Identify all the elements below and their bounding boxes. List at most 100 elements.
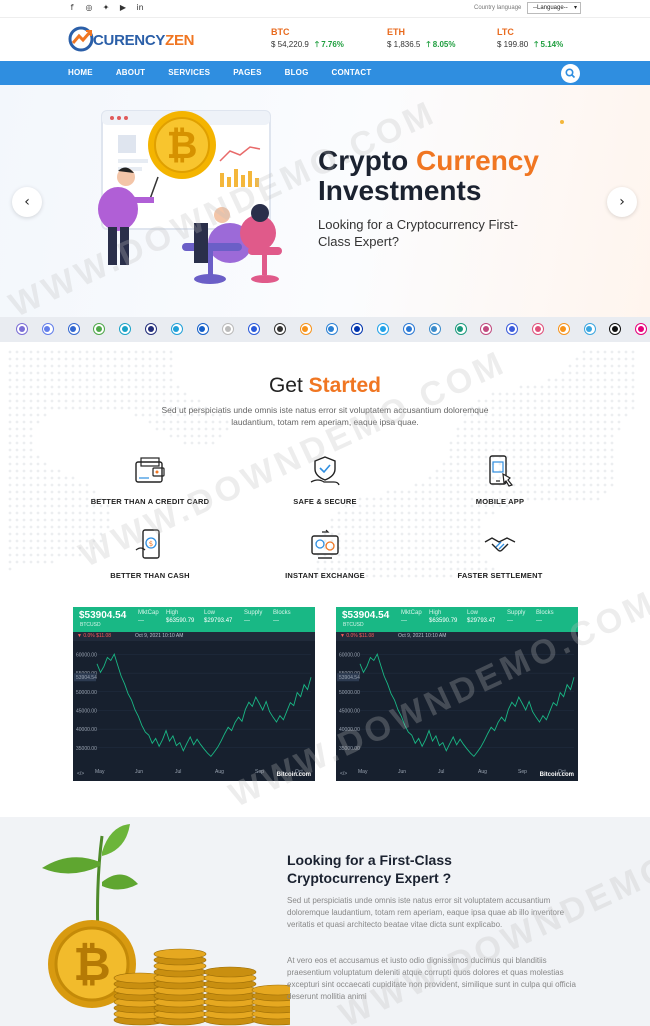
feature-label: SAFE & SECURE bbox=[293, 497, 357, 506]
widget-stat-value: $29793.47 bbox=[204, 618, 233, 624]
nav-item-services[interactable]: SERVICES bbox=[168, 61, 210, 85]
twitter-icon[interactable]: ✦ bbox=[102, 3, 110, 13]
widget-date: Oct 9, 2021 10:10 AM bbox=[135, 633, 184, 639]
y-tick-label: 50000.00 bbox=[339, 690, 360, 696]
hero-illustration: ₿ bbox=[98, 110, 282, 284]
widget-stat-label: High bbox=[166, 610, 179, 616]
feature-faster-settlement: FASTER SETTLEMENT bbox=[420, 528, 580, 580]
caret-down-icon: ▾ bbox=[573, 5, 577, 11]
coin-icon bbox=[480, 323, 493, 335]
ticker-ltc[interactable]: LTC $ 199.80 🡑 5.14% bbox=[497, 27, 563, 53]
handshake-icon bbox=[484, 537, 516, 552]
slider-next-button[interactable]: › bbox=[607, 187, 637, 217]
code-icon[interactable]: </> bbox=[77, 771, 84, 777]
svg-text:$: $ bbox=[149, 540, 153, 548]
price-chart: 60000.0055000.0050000.0045000.0040000.00… bbox=[74, 652, 312, 775]
instagram-icon[interactable]: ◎ bbox=[85, 3, 93, 13]
coin-icon bbox=[170, 323, 183, 335]
widget-change: ▼ 0.0% $11.08 bbox=[77, 633, 112, 639]
linkedin-icon[interactable]: in bbox=[136, 3, 144, 13]
ticker-price: $ 54,220.9 bbox=[271, 40, 309, 49]
price-chart: 60000.0055000.0050000.0045000.0040000.00… bbox=[337, 652, 575, 775]
hero-slider: ₿ Crypto Currency Investments Looking fo… bbox=[0, 85, 650, 317]
feature-better-than-cash: $ BETTER THAN CASH bbox=[70, 528, 230, 580]
site-header: CURENCYZEN BTC $ 54,220.9 🡑 7.76% ETH $ 1… bbox=[0, 18, 650, 61]
widget-stat: Low $29793.47 bbox=[204, 610, 232, 624]
ticker-symbol: BTC bbox=[271, 27, 290, 37]
get-started-title-part-1: Get bbox=[268, 374, 309, 397]
x-tick-label: Jul bbox=[175, 769, 181, 775]
price-widget[interactable]: $53904.54 BTCUSD MktCap --- High $63590.79… bbox=[336, 607, 578, 781]
language-label: Country language bbox=[474, 5, 522, 11]
coin-icon bbox=[506, 323, 519, 335]
ticker-eth[interactable]: ETH $ 1,836.5 🡑 8.05% bbox=[387, 27, 455, 53]
nav-item-about[interactable]: ABOUT bbox=[116, 61, 145, 85]
coin-icon bbox=[119, 323, 132, 335]
feature-credit-card: BETTER THAN A CREDIT CARD bbox=[70, 454, 230, 506]
price-widget[interactable]: $53904.54 BTCUSD MktCap --- High $63590.79… bbox=[73, 607, 315, 781]
widget-stat: MktCap --- bbox=[138, 610, 159, 624]
main-nav: HOME ABOUT SERVICES PAGES BLOG CONTACT bbox=[0, 61, 650, 85]
facebook-icon[interactable]: f bbox=[68, 3, 76, 13]
widget-info-bar: ▼ 0.0% $11.08 Oct 9, 2021 10:10 AM bbox=[73, 632, 315, 641]
x-tick-label: Sep bbox=[255, 769, 264, 775]
feature-label: FASTER SETTLEMENT bbox=[457, 571, 543, 580]
search-icon bbox=[565, 68, 576, 79]
x-tick-label: Sep bbox=[518, 769, 527, 775]
social-links: f ◎ ✦ ▶ in bbox=[68, 3, 144, 13]
hero-subtitle: Looking for a Cryptocurrency First-Class… bbox=[318, 217, 519, 249]
widget-price: $53904.54 bbox=[342, 610, 390, 621]
widget-stat-value: --- bbox=[138, 618, 144, 624]
ticker-btc[interactable]: BTC $ 54,220.9 🡑 7.76% bbox=[271, 27, 344, 53]
widget-stat-value: --- bbox=[244, 618, 250, 624]
search-button[interactable] bbox=[561, 64, 580, 83]
y-tick-label: 35000.00 bbox=[339, 746, 360, 752]
language-select-value: --Language-- bbox=[533, 5, 568, 11]
nav-item-pages[interactable]: PAGES bbox=[233, 61, 261, 85]
feature-label: BETTER THAN A CREDIT CARD bbox=[90, 497, 210, 506]
y-tick-label: 40000.00 bbox=[76, 727, 97, 733]
widget-brand[interactable]: Bitcoin.com bbox=[277, 772, 311, 778]
ticker-price: $ 199.80 bbox=[497, 40, 529, 49]
nav-item-contact[interactable]: CONTACT bbox=[332, 61, 372, 85]
coin-icon bbox=[16, 323, 28, 335]
shield-hand-icon bbox=[310, 456, 340, 486]
slider-prev-button[interactable]: ‹ bbox=[12, 187, 42, 217]
widget-change: ▼ 0.0% $11.08 bbox=[340, 633, 375, 639]
exchange-icon bbox=[311, 529, 339, 559]
widget-stat-label: MktCap bbox=[138, 610, 159, 616]
widget-stat-label: Low bbox=[204, 610, 216, 616]
widget-stat-label: Low bbox=[467, 610, 479, 616]
coin-icon bbox=[609, 323, 622, 335]
code-icon[interactable]: </> bbox=[340, 771, 347, 777]
nav-item-home[interactable]: HOME bbox=[68, 61, 93, 85]
coin-icon bbox=[403, 323, 415, 335]
coin-icon bbox=[196, 323, 209, 335]
svg-text:₿: ₿ bbox=[167, 123, 198, 167]
coin-stack-coin bbox=[203, 966, 257, 978]
hero-title: Crypto Currency Investments bbox=[318, 146, 539, 206]
hero-title-part-2: Investments bbox=[318, 175, 482, 206]
nav-item-blog[interactable]: BLOG bbox=[285, 61, 309, 85]
top-bar: f ◎ ✦ ▶ in Country language --Language--… bbox=[0, 0, 650, 18]
widget-stat: Blocks --- bbox=[273, 610, 291, 624]
about-section: ₿ Looking for a First-Class Cryptocurren… bbox=[0, 817, 650, 1026]
current-price-label: 53904.54 bbox=[76, 675, 97, 681]
phone-cash-icon: $ bbox=[135, 529, 160, 559]
coin-icon bbox=[325, 323, 338, 335]
coin-icon bbox=[351, 323, 364, 335]
about-paragraph-1: Sed ut perspiciatis unde omnis iste natu… bbox=[287, 896, 565, 929]
y-tick-label: 35000.00 bbox=[76, 746, 97, 752]
logo[interactable]: CURENCYZEN bbox=[68, 26, 194, 54]
language-select[interactable]: --Language-- ▾ bbox=[527, 2, 581, 14]
coin-icon bbox=[41, 323, 54, 335]
widget-brand[interactable]: Bitcoin.com bbox=[540, 772, 574, 778]
x-tick-label: Jun bbox=[135, 769, 143, 775]
widget-stat: High $63590.79 bbox=[429, 610, 457, 624]
about-paragraph-2: At vero eos et accusamus et iusto odio d… bbox=[287, 956, 576, 1001]
widget-stat: Supply --- bbox=[244, 610, 262, 624]
youtube-icon[interactable]: ▶ bbox=[119, 3, 127, 13]
coin-icon bbox=[454, 323, 467, 335]
coin-icon bbox=[248, 323, 261, 335]
y-tick-label: 40000.00 bbox=[339, 727, 360, 733]
